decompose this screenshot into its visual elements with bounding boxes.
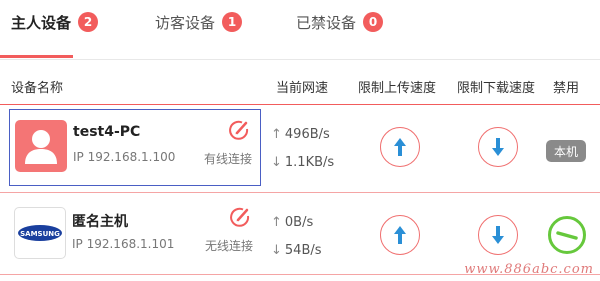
header-limit-download: 限制下载速度 bbox=[457, 81, 536, 96]
download-speed-value: 1.1KB/s bbox=[284, 155, 335, 170]
arrow-down-icon bbox=[492, 226, 504, 244]
arrow-down-icon: ↓ bbox=[271, 155, 282, 170]
upload-speed: ↑ 496B/s bbox=[271, 127, 330, 142]
watermark: www.886abc.com bbox=[464, 262, 594, 277]
header-device-name: 设备名称 bbox=[11, 81, 64, 96]
arrow-down-icon bbox=[492, 138, 504, 156]
download-speed-value: 54B/s bbox=[284, 243, 322, 258]
download-speed: ↓ 54B/s bbox=[271, 243, 322, 258]
device-name: test4-PC bbox=[73, 124, 141, 140]
samsung-logo-icon: SAMSUNG bbox=[14, 207, 66, 259]
connection-type: 有线连接 bbox=[203, 152, 252, 166]
limit-upload-button[interactable] bbox=[380, 215, 420, 255]
user-avatar-icon bbox=[15, 120, 67, 172]
row-divider bbox=[0, 192, 600, 193]
this-device-badge: 本机 bbox=[546, 140, 586, 162]
download-speed: ↓ 1.1KB/s bbox=[271, 155, 334, 170]
count-badge: 0 bbox=[363, 12, 384, 32]
active-tab-indicator bbox=[0, 55, 73, 58]
device-info[interactable]: SAMSUNG 匿名主机 IP 192.168.1.101 无线连接 bbox=[9, 197, 261, 274]
tab-label: 已禁设备 bbox=[296, 13, 357, 32]
count-badge: 2 bbox=[78, 12, 99, 32]
header-current-speed: 当前网速 bbox=[276, 81, 329, 96]
device-info[interactable]: test4-PC IP 192.168.1.100 有线连接 bbox=[9, 109, 261, 186]
samsung-logo-text: SAMSUNG bbox=[20, 230, 60, 238]
limit-upload-button[interactable] bbox=[380, 127, 420, 167]
device-ip: IP 192.168.1.100 bbox=[73, 150, 176, 164]
arrow-up-icon bbox=[394, 226, 406, 244]
arrow-up-icon: ↑ bbox=[271, 215, 282, 230]
tab-label: 主人设备 bbox=[11, 13, 72, 32]
table-row: test4-PC IP 192.168.1.100 有线连接 ↑ 496B/s ↓… bbox=[0, 106, 600, 186]
upload-speed-value: 0B/s bbox=[284, 215, 314, 230]
tab-label: 访客设备 bbox=[155, 13, 216, 32]
upload-speed: ↑ 0B/s bbox=[271, 215, 313, 230]
limit-download-button[interactable] bbox=[478, 215, 518, 255]
device-tabs: 主人设备 2 访客设备 1 已禁设备 0 bbox=[0, 0, 600, 62]
header-divider bbox=[0, 104, 600, 105]
edit-icon[interactable] bbox=[229, 206, 251, 228]
header-limit-upload: 限制上传速度 bbox=[358, 81, 437, 96]
tab-guest-devices[interactable]: 访客设备 1 bbox=[155, 10, 243, 34]
tab-host-devices[interactable]: 主人设备 2 bbox=[11, 10, 99, 34]
device-name: 匿名主机 bbox=[72, 214, 128, 230]
upload-speed-value: 496B/s bbox=[284, 127, 330, 142]
divider bbox=[0, 59, 600, 60]
ban-toggle-button[interactable] bbox=[548, 216, 586, 254]
edit-icon[interactable] bbox=[228, 119, 250, 141]
arrow-up-icon bbox=[394, 138, 406, 156]
count-badge: 1 bbox=[222, 12, 243, 32]
arrow-up-icon: ↑ bbox=[271, 127, 282, 142]
header-ban: 禁用 bbox=[553, 81, 580, 96]
arrow-down-icon: ↓ bbox=[271, 243, 282, 258]
ban-icon bbox=[556, 231, 578, 240]
limit-download-button[interactable] bbox=[478, 127, 518, 167]
table-header: 设备名称 当前网速 限制上传速度 限制下载速度 禁用 bbox=[0, 62, 600, 106]
tab-banned-devices[interactable]: 已禁设备 0 bbox=[296, 10, 384, 34]
device-ip: IP 192.168.1.101 bbox=[72, 237, 175, 251]
connection-type: 无线连接 bbox=[204, 239, 253, 253]
